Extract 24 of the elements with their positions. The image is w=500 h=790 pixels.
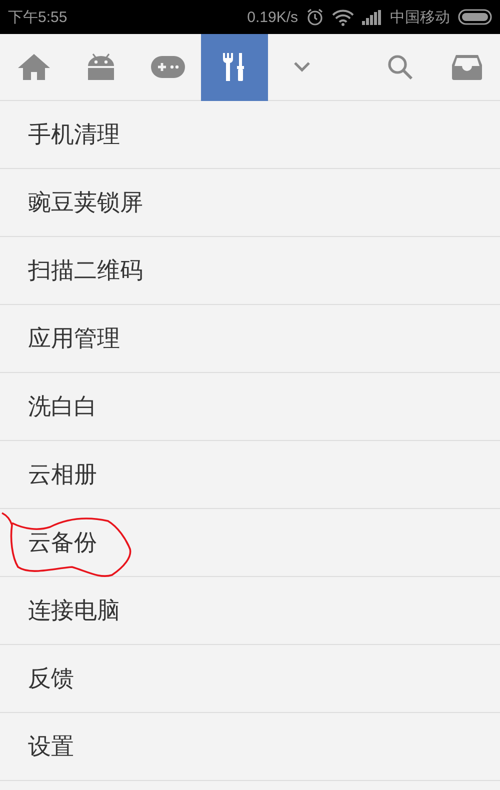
menu-item[interactable]: 设置	[0, 713, 500, 781]
menu-item[interactable]: 豌豆荚锁屏	[0, 169, 500, 237]
wifi-icon	[332, 8, 354, 26]
chevron-down-icon	[292, 61, 310, 73]
home-icon	[16, 53, 50, 81]
menu-item[interactable]: 应用管理	[0, 305, 500, 373]
signal-icon	[362, 10, 382, 24]
search-icon	[386, 54, 412, 80]
android-icon	[86, 53, 114, 81]
toolbar-tab[interactable]	[201, 34, 268, 100]
menu-item[interactable]: 扫描二维码	[0, 237, 500, 305]
clock-time: 下午5:55	[8, 8, 68, 26]
menu-item[interactable]: 云相册	[0, 441, 500, 509]
menu-item[interactable]: 手机清理	[0, 101, 500, 169]
menu-item[interactable]: 洗白白	[0, 373, 500, 441]
network-speed: 0.19K/s	[247, 8, 298, 26]
gamepad-icon	[150, 56, 184, 78]
menu-item[interactable]: 云备份	[0, 509, 500, 577]
menu-item[interactable]: 连接电脑	[0, 577, 500, 645]
menu-item[interactable]: 反馈	[0, 645, 500, 713]
carrier-name: 中国移动	[390, 8, 450, 26]
inbox-icon	[452, 54, 482, 80]
alarm-icon	[306, 8, 324, 26]
battery-icon	[458, 9, 492, 25]
